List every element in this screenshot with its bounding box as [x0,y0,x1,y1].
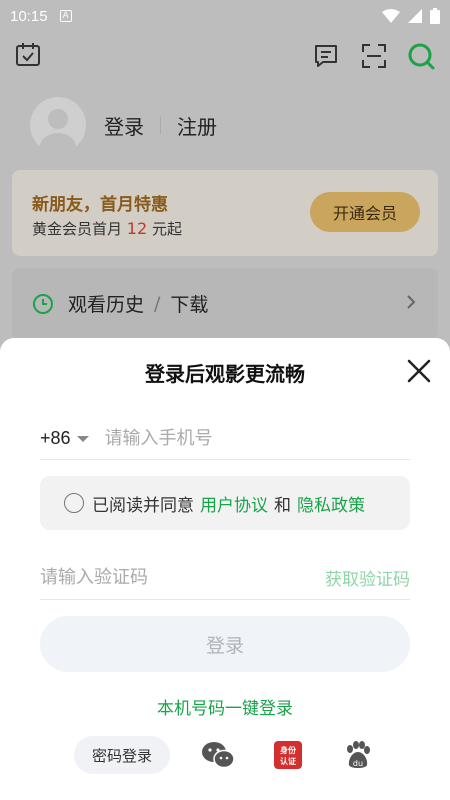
history-row: 观看历史 / 下载 [32,290,208,317]
svg-text:du: du [353,759,363,768]
clock-icon [33,293,53,314]
login-sheet: 登录后观影更流畅 +86 已阅读并同意 用户协议 和 隐私政策 获取验证码 登录… [0,338,450,800]
phone-input[interactable] [104,428,365,449]
notification-icon: A [59,10,72,22]
divider [160,116,161,134]
avatar[interactable] [30,97,86,153]
user-agreement-link[interactable]: 用户协议 [200,491,268,516]
baidu-icon[interactable]: du [340,737,376,773]
status-icons [382,8,440,24]
code-row: 获取验证码 [40,556,410,600]
history-card[interactable]: 观看历史 / 下载 [12,268,438,340]
close-icon[interactable] [406,358,432,384]
alt-login-row: 密码登录 身份 认证 du [74,736,376,774]
sheet-title: 登录后观影更流畅 [145,362,305,386]
profile-login-link[interactable]: 登录 [104,111,144,140]
vip-promo-card[interactable]: 新朋友，首月特惠 黄金会员首月 12 元起 开通会员 [12,170,438,256]
country-code[interactable]: +86 [40,428,71,449]
signal-icon [408,9,422,23]
scan-icon[interactable] [360,42,388,70]
login-button[interactable]: 登录 [40,616,410,672]
status-bar: 10:15 A [0,0,450,32]
status-time: 10:15 [10,7,48,25]
promo-title: 新朋友，首月特惠 [32,195,168,215]
top-bar [0,40,450,74]
promo-price: 12 [126,219,148,238]
code-input[interactable] [40,567,290,588]
message-icon[interactable] [312,42,340,70]
history-label[interactable]: 观看历史 [68,290,144,317]
calendar-check-icon[interactable] [14,40,42,68]
history-slash: / [154,292,161,315]
agree-radio[interactable] [64,493,84,513]
wifi-icon [382,9,400,23]
profile-row: 登录 注册 [30,96,217,154]
id-badge-line2: 认证 [280,756,296,766]
agreement-box: 已阅读并同意 用户协议 和 隐私政策 [40,476,410,530]
chevron-right-icon [407,295,416,309]
promo-subtitle: 黄金会员首月 12 元起 [32,218,182,239]
profile-register-link[interactable]: 注册 [177,111,217,140]
open-vip-button[interactable]: 开通会员 [310,192,420,232]
battery-icon [430,8,440,24]
id-badge-line1: 身份 [280,745,297,755]
get-code-button[interactable]: 获取验证码 [325,565,410,590]
agree-and: 和 [274,495,291,516]
caret-down-icon[interactable] [76,435,89,442]
promo-sub-prefix: 黄金会员首月 [32,220,123,238]
search-icon[interactable] [407,42,435,70]
id-verify-icon[interactable]: 身份 认证 [270,737,306,773]
wechat-icon[interactable] [200,737,236,773]
promo-sub-suffix: 元起 [151,220,182,238]
agree-prefix: 已阅读并同意 [92,495,194,516]
one-key-login-link[interactable]: 本机号码一键登录 [0,694,450,719]
privacy-policy-link[interactable]: 隐私政策 [297,491,365,516]
download-label[interactable]: 下载 [170,290,208,317]
phone-row: +86 [40,418,410,460]
password-login-button[interactable]: 密码登录 [74,736,170,774]
